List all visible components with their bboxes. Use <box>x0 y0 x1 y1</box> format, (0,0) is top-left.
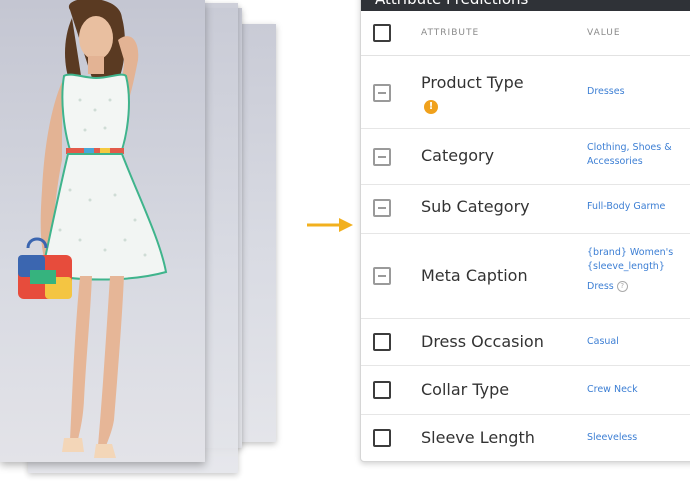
attribute-value[interactable]: Clothing, Shoes & Accessories <box>587 141 672 169</box>
table-row[interactable]: Sleeve Length Sleeveless <box>361 415 690 461</box>
table-row[interactable]: Product Type ! Dresses <box>361 56 690 129</box>
attribute-value-line: Accessories <box>587 156 643 167</box>
attribute-value[interactable]: Full-Body Garme <box>587 200 665 214</box>
product-photo <box>0 0 205 462</box>
row-checkbox[interactable] <box>373 333 391 351</box>
attribute-value[interactable]: Dresses <box>587 85 625 99</box>
row-collapse-toggle[interactable] <box>373 84 391 102</box>
attribute-value-line: Dresses <box>587 86 625 97</box>
attribute-value-line: {sleeve_length} <box>587 261 665 272</box>
right-arrow-icon <box>305 215 355 239</box>
row-collapse-toggle[interactable] <box>373 148 391 166</box>
product-photo-stack <box>0 0 290 481</box>
table-row[interactable]: Category Clothing, Shoes & Accessories <box>361 129 690 185</box>
attribute-label: Category <box>421 146 495 165</box>
attribute-value-line: Full-Body Garme <box>587 201 666 212</box>
panel-title: Attribute Predictions <box>361 0 690 11</box>
attribute-value-line: Sleeveless <box>587 432 638 443</box>
attribute-value-line: Clothing, Shoes & <box>587 142 672 153</box>
model-dress-illustration <box>18 0 168 458</box>
select-all-checkbox[interactable] <box>373 24 391 42</box>
attribute-predictions-panel: Attribute Predictions ATTRIBUTE VALUE Pr… <box>360 0 690 462</box>
row-checkbox[interactable] <box>373 381 391 399</box>
table-row[interactable]: Sub Category Full-Body Garme <box>361 185 690 234</box>
attribute-label: Sub Category <box>421 197 530 216</box>
attribute-label: Meta Caption <box>421 266 528 285</box>
help-circle-icon[interactable]: ? <box>616 281 628 292</box>
column-header-attribute: ATTRIBUTE <box>421 28 480 38</box>
table-row[interactable]: Meta Caption {brand} Women's {sleeve_len… <box>361 234 690 319</box>
attribute-label: Product Type <box>421 73 524 92</box>
table-header: ATTRIBUTE VALUE <box>361 11 690 56</box>
row-collapse-toggle[interactable] <box>373 267 391 285</box>
attribute-value[interactable]: Crew Neck <box>587 383 638 397</box>
attribute-label: Collar Type <box>421 380 510 399</box>
photo-card-back <box>238 24 276 442</box>
table-row[interactable]: Dress Occasion Casual <box>361 319 690 366</box>
attribute-value-line: Crew Neck <box>587 384 638 395</box>
row-checkbox[interactable] <box>373 429 391 447</box>
attribute-label: Sleeve Length <box>421 428 535 447</box>
attribute-value[interactable]: {brand} Women's {sleeve_length} Dress? <box>587 246 673 294</box>
attribute-value[interactable]: Sleeveless <box>587 431 637 445</box>
attribute-value[interactable]: Casual <box>587 335 619 349</box>
info-badge-icon[interactable]: ! <box>424 100 438 114</box>
attribute-value-line: Dress <box>587 281 614 292</box>
column-header-value: VALUE <box>587 28 621 38</box>
attribute-label: Dress Occasion <box>421 332 544 351</box>
attribute-value-line: {brand} Women's <box>587 247 674 258</box>
table-row[interactable]: Collar Type Crew Neck <box>361 366 690 415</box>
attribute-value-line: Casual <box>587 336 619 347</box>
row-collapse-toggle[interactable] <box>373 199 391 217</box>
